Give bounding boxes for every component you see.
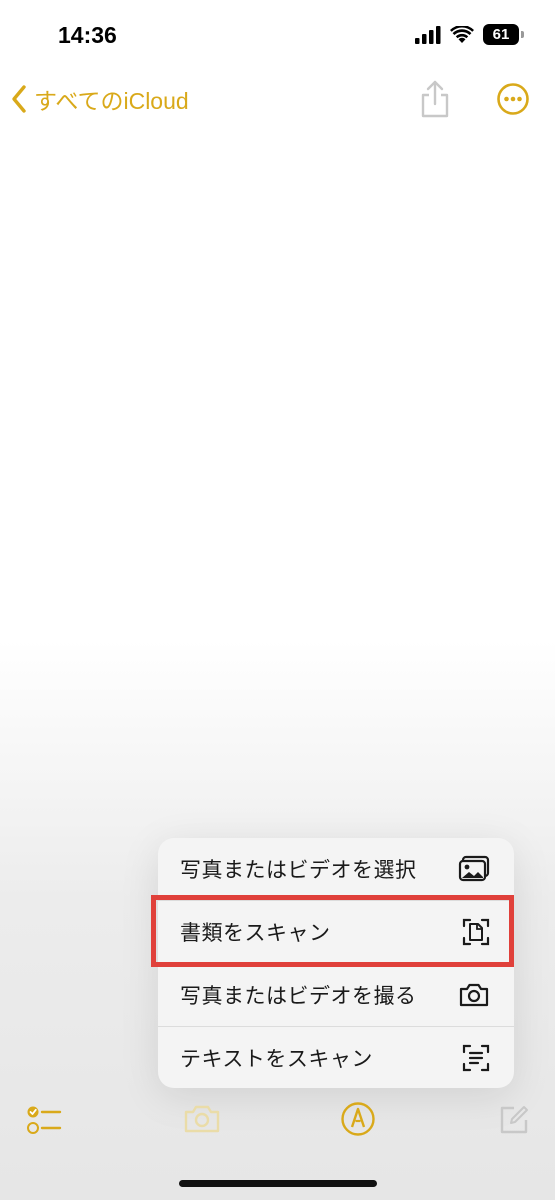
cellular-signal-icon [415,25,441,44]
text-scan-icon [462,1044,490,1072]
navigation-bar: すべてのiCloud [0,72,555,128]
notes-screen: 14:36 61 すべてのiCloud 写真またはビデオを選択 書類をスキャン … [0,0,555,1200]
bottom-toolbar [0,1098,555,1148]
battery-icon: 61 [483,24,524,45]
back-button[interactable]: すべてのiCloud [10,82,189,116]
markup-button[interactable] [340,1101,376,1141]
markup-icon [341,1102,375,1136]
highlight-box [151,895,514,967]
more-icon [497,83,529,115]
compose-button[interactable] [498,1104,530,1140]
more-button[interactable] [496,82,530,120]
share-icon [421,80,449,118]
menu-item-scan-text[interactable]: テキストをスキャン [158,1027,514,1089]
wifi-icon [450,25,474,43]
status-icons: 61 [415,24,524,45]
share-button[interactable] [418,80,452,124]
photo-library-icon [458,855,490,882]
compose-icon [500,1106,528,1134]
menu-item-label: テキストをスキャン [180,1047,373,1071]
home-indicator[interactable] [179,1180,377,1187]
chevron-left-icon [12,85,26,113]
menu-item-label: 写真またはビデオを撮る [180,984,417,1008]
checklist-icon [27,1106,62,1134]
menu-item-take-photo-video[interactable]: 写真またはビデオを撮る [158,964,514,1026]
status-time: 14:36 [58,22,117,48]
menu-item-choose-photo-video[interactable]: 写真またはビデオを選択 [158,838,514,900]
back-label: すべてのiCloud [34,88,189,114]
camera-icon [459,983,489,1007]
menu-item-label: 写真またはビデオを選択 [180,858,417,882]
status-bar: 14:36 61 [0,0,555,70]
camera-button[interactable] [183,1104,221,1138]
camera-icon [184,1105,220,1133]
checklist-button[interactable] [26,1104,62,1140]
battery-level: 61 [492,26,510,43]
